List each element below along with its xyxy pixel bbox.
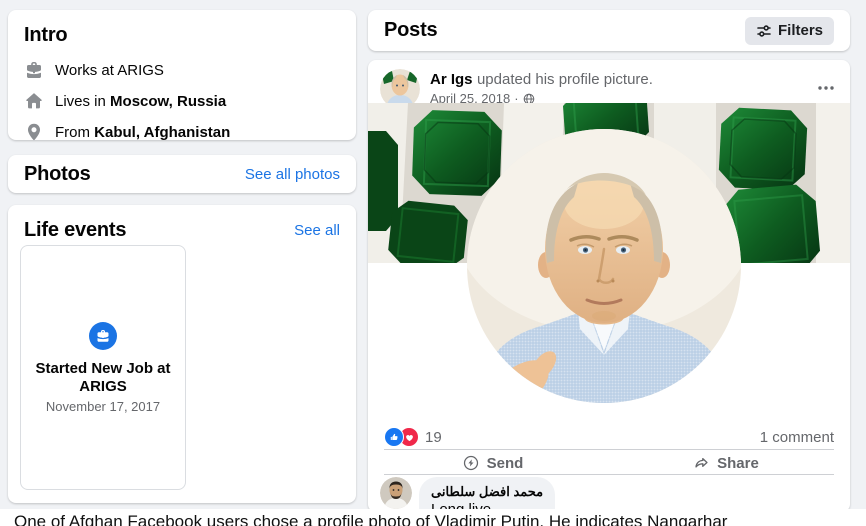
post-author-name[interactable]: Ar Igs	[430, 71, 473, 88]
intro-item-text: Lives in Moscow, Russia	[55, 93, 226, 110]
post-card: Ar Igs updated his profile picture. Apri…	[368, 60, 850, 512]
reaction-count[interactable]: 19	[425, 429, 442, 446]
commenter-avatar[interactable]	[380, 477, 412, 509]
filters-button[interactable]: Filters	[745, 17, 834, 45]
post-options-button[interactable]	[814, 76, 838, 100]
new-job-badge	[89, 322, 117, 350]
intro-card: Intro Works at ARIGS Lives in Moscow, Ru…	[8, 10, 356, 140]
life-event-title: Started New Job at ARIGS	[21, 360, 185, 396]
briefcase-icon	[95, 328, 111, 344]
life-event-item[interactable]: Started New Job at ARIGS November 17, 20…	[20, 245, 186, 490]
intro-item-from: From Kabul, Afghanistan	[24, 122, 340, 142]
intro-item-lives: Lives in Moscow, Russia	[24, 91, 340, 111]
life-event-date: November 17, 2017	[46, 399, 160, 414]
post-actions: Send Share	[376, 452, 842, 474]
ellipsis-icon	[816, 78, 836, 98]
facebook-profile-page: Intro Works at ARIGS Lives in Moscow, Ru…	[0, 0, 866, 526]
intro-item-text: From Kabul, Afghanistan	[55, 124, 230, 141]
share-arrow-icon	[692, 454, 710, 472]
divider	[384, 474, 834, 475]
city-link[interactable]: Moscow, Russia	[110, 93, 226, 110]
workplace-link[interactable]: ARIGS	[117, 62, 164, 79]
reactions-bar: 19 1 comment	[368, 426, 850, 448]
intro-title: Intro	[24, 24, 340, 47]
intro-item-text: Works at ARIGS	[55, 62, 164, 79]
post-action-text: updated his profile picture.	[477, 71, 653, 88]
comment-author-name[interactable]: محمد افضل سلطانی	[431, 484, 543, 500]
profile-picture-post-image[interactable]	[368, 103, 850, 424]
post-byline: Ar Igs updated his profile picture.	[430, 71, 653, 89]
photos-title: Photos	[24, 163, 91, 186]
share-button[interactable]: Share	[609, 452, 842, 474]
article-caption: One of Afghan Facebook users chose a pro…	[14, 512, 854, 526]
send-button[interactable]: Send	[376, 452, 609, 474]
see-all-photos-link[interactable]: See all photos	[245, 166, 340, 183]
life-events-title: Life events	[24, 219, 126, 242]
briefcase-icon	[24, 60, 44, 80]
photos-card: Photos See all photos	[8, 155, 356, 193]
comment-bubble: محمد افضل سلطانی Long live	[419, 477, 555, 512]
posts-title: Posts	[384, 19, 437, 42]
location-pin-icon	[24, 122, 44, 142]
home-icon	[24, 91, 44, 111]
hometown-link[interactable]: Kabul, Afghanistan	[94, 124, 230, 141]
see-all-life-events-link[interactable]: See all	[294, 222, 340, 239]
divider	[384, 449, 834, 450]
posts-header-card: Posts Filters	[368, 10, 850, 51]
intro-item-work: Works at ARIGS	[24, 60, 340, 80]
post-header: Ar Igs updated his profile picture. Apri…	[368, 60, 850, 103]
reaction-icons[interactable]	[384, 427, 419, 447]
comment-count[interactable]: 1 comment	[760, 429, 834, 446]
comment: محمد افضل سلطانی Long live	[380, 477, 555, 512]
messenger-send-icon	[462, 454, 480, 472]
life-events-card: Life events See all Started New Job at A…	[8, 205, 356, 503]
like-reaction-icon	[384, 427, 404, 447]
sliders-icon	[756, 23, 772, 39]
